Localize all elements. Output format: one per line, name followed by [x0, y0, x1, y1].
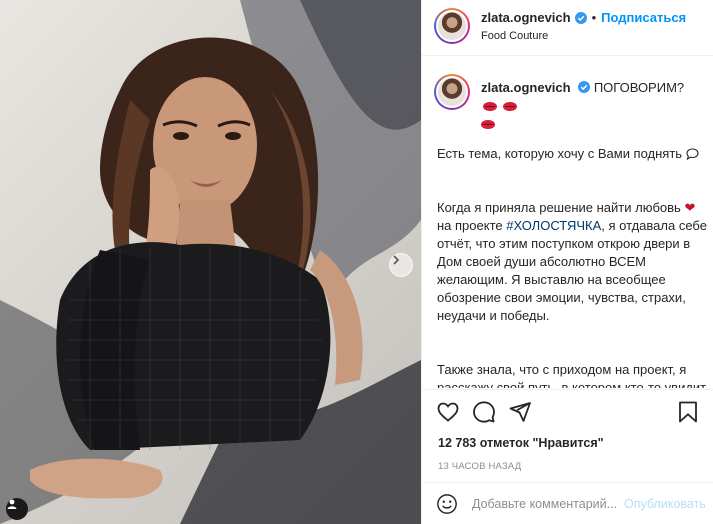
- heart-outline-icon[interactable]: [436, 400, 460, 424]
- caption-username-link[interactable]: zlata.ognevich: [481, 80, 571, 95]
- caption-area: zlata.ognevich ПОГОВОРИМ? Есть тема, кот…: [422, 57, 713, 388]
- chevron-right-icon: [393, 255, 400, 265]
- verified-badge-icon: [574, 11, 587, 24]
- post-side-panel: zlata.ognevich • Подписаться Food Coutur…: [421, 0, 713, 524]
- caption-paragraph: Также знала, что с приходом на проект, я…: [437, 362, 707, 388]
- caption-body: Есть тема, которую хочу с Вами поднять К…: [437, 127, 707, 388]
- heart-emoji-icon: ❤: [684, 200, 696, 215]
- header-user-line: zlata.ognevich • Подписаться: [481, 10, 686, 25]
- smiley-icon[interactable]: [436, 493, 458, 515]
- speech-bubble-icon[interactable]: [472, 400, 496, 424]
- follow-button[interactable]: Подписаться: [601, 10, 686, 25]
- verified-badge-icon: [578, 81, 591, 93]
- publish-button[interactable]: Опубликовать: [624, 497, 706, 511]
- caption-headline: zlata.ognevich ПОГОВОРИМ?: [481, 79, 703, 133]
- speech-bubble-emoji-icon: [686, 148, 699, 161]
- post-photo[interactable]: [0, 0, 421, 524]
- action-bar: [422, 389, 713, 433]
- location-link[interactable]: Food Couture: [481, 30, 548, 42]
- username-link[interactable]: zlata.ognevich: [481, 10, 571, 25]
- caption-paragraph: Когда я приняла решение найти любовь ❤ н…: [437, 200, 707, 323]
- post-timestamp[interactable]: 13 ЧАСОВ НАЗАД: [438, 461, 521, 472]
- separator-dot: •: [591, 10, 597, 25]
- likes-count[interactable]: 12 783 отметок "Нравится": [438, 436, 604, 450]
- next-photo-button[interactable]: [389, 253, 413, 277]
- hashtag-link[interactable]: #ХОЛОСТЯЧКА: [506, 218, 601, 233]
- post-header: zlata.ognevich • Подписаться Food Coutur…: [422, 0, 713, 56]
- lips-emoji-icon: [502, 102, 517, 111]
- caption-avatar[interactable]: [434, 74, 470, 110]
- caption-paragraph: Есть тема, которую хочу с Вами поднять: [437, 145, 707, 163]
- post-photo-illustration: [0, 0, 421, 524]
- avatar[interactable]: [434, 8, 470, 44]
- lips-emoji-icon: [483, 102, 497, 111]
- paper-plane-icon[interactable]: [508, 400, 532, 424]
- user-tag-icon: [7, 499, 17, 509]
- user-tag-button[interactable]: [6, 498, 28, 520]
- headline-text: ПОГОВОРИМ?: [593, 80, 685, 95]
- comment-input[interactable]: [472, 495, 622, 513]
- comment-bar: Опубликовать: [422, 482, 713, 524]
- bookmark-icon[interactable]: [676, 400, 700, 424]
